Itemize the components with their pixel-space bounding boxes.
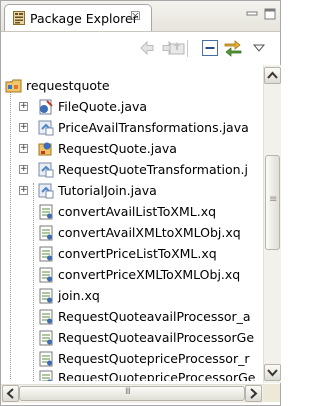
java-file-icon [39,99,53,114]
link-with-editor-icon[interactable] [223,38,243,58]
collapse-all-icon[interactable] [200,38,220,58]
tree-item-requestquoteavailprocessorge[interactable]: RequestQuoteavailProcessorGe [37,327,254,348]
tree-item-requestquotetransformation[interactable]: + RequestQuoteTransformation.j [19,159,248,180]
package-explorer-view: Package Explorer ☒ requestquote + FileQu… [0,0,281,406]
vertical-scrollbar[interactable]: ≡ [263,65,281,383]
item-label: join.xq [58,288,100,303]
tree-guide-line [10,81,11,379]
chevron-right-icon [250,388,258,399]
expand-icon[interactable]: + [19,123,28,132]
tree-item-filequote[interactable]: + FileQuote.java [19,96,147,117]
xquery-file-icon [39,225,53,240]
project-label: requestquote [26,78,110,93]
back-icon[interactable] [137,38,157,58]
xquery-file-icon [39,204,53,219]
chevron-down-icon [267,369,278,377]
item-label: TutorialJoin.java [58,183,157,198]
item-label: PriceAvailTransformations.java [58,120,249,135]
expand-icon[interactable]: + [19,144,28,153]
tree-item-requestquotepriceprocessor-r[interactable]: RequestQuotepriceProcessor_r [37,348,249,369]
tree-item-convertavaillisttoxml[interactable]: convertAvailListToXML.xq [37,201,216,222]
tree-item-requestquotepriceprocessorge[interactable]: RequestQuotepriceProcessorGe [37,367,255,381]
tree-item-convertavailxmltoxmlobj[interactable]: convertAvailXMLtoXMLObj.xq [37,222,241,243]
item-label: RequestQuoteavailProcessor_a [58,309,251,324]
scroll-down-button[interactable] [264,364,281,381]
view-toolbar [1,32,280,64]
scrollbar-corner [263,384,280,402]
scroll-up-button[interactable] [264,67,281,84]
item-label: convertAvailListToXML.xq [58,204,217,219]
close-icon[interactable]: ☒ [130,9,141,23]
tab-title: Package Explorer [30,11,138,26]
scroll-grip: ≡ [269,194,278,205]
xquery-file-icon [39,309,53,324]
item-label: RequestQuote.java [58,141,177,156]
toolbar-separator [187,40,188,57]
tree-guide-line [33,183,34,381]
tree-item-tutorialjoin[interactable]: + TutorialJoin.java [19,180,157,201]
process-file-icon [38,142,52,155]
tree-project-requestquote[interactable]: requestquote [5,75,110,96]
scroll-grip: III [125,387,131,397]
item-label: FileQuote.java [58,99,148,114]
minimize-icon[interactable] [245,7,259,21]
xquery-file-icon [39,330,53,345]
tree-item-convertpricexmltoxmlobj[interactable]: convertPriceXMLToXMLObj.xq [37,264,240,285]
item-label: RequestQuotepriceProcessor_r [58,351,250,366]
scroll-left-button[interactable] [2,385,19,402]
scroll-right-button[interactable] [245,385,262,402]
item-label: RequestQuoteTransformation.j [58,162,249,177]
package-tree: requestquote + FileQuote.java + PriceAva… [1,65,263,381]
xquery-file-icon [39,351,53,366]
tree-item-requestquote-java[interactable]: + RequestQuote.java [19,138,177,159]
view-menu-icon[interactable] [252,38,266,58]
transformation-file-icon [38,183,54,198]
expand-icon[interactable]: + [19,186,28,195]
horizontal-scrollbar[interactable]: III [1,384,263,403]
item-label: RequestQuotepriceProcessorGe [58,370,256,381]
chevron-up-icon [267,71,278,79]
expand-icon[interactable]: + [19,165,28,174]
up-folder-icon[interactable] [167,38,187,58]
xquery-file-icon [39,288,53,303]
transformation-file-icon [38,120,54,135]
horizontal-scroll-thumb[interactable]: III [19,386,245,401]
tree-item-convertpricelisttoxml[interactable]: convertPriceListToXML.xq [37,243,217,264]
expand-icon[interactable]: + [19,102,28,111]
tree-item-requestquoteavailprocessor-a[interactable]: RequestQuoteavailProcessor_a [37,306,251,327]
tree-item-join-xq[interactable]: join.xq [37,285,100,306]
vertical-scroll-thumb[interactable]: ≡ [265,155,280,250]
item-label: convertPriceXMLToXMLObj.xq [58,267,241,282]
project-icon [5,79,22,92]
tab-package-explorer[interactable]: Package Explorer ☒ [4,4,152,31]
tree-item-priceavailtransformations[interactable]: + PriceAvailTransformations.java [19,117,249,138]
xquery-file-icon [39,267,53,282]
xquery-file-icon [39,370,53,381]
transformation-file-icon [38,162,54,177]
package-explorer-icon [13,11,25,25]
item-label: convertAvailXMLtoXMLObj.xq [58,225,241,240]
chevron-left-icon [6,388,14,399]
item-label: RequestQuoteavailProcessorGe [58,330,255,345]
maximize-icon[interactable] [263,7,277,21]
xquery-file-icon [39,246,53,261]
item-label: convertPriceListToXML.xq [58,246,217,261]
view-tab-bar: Package Explorer ☒ [1,1,280,32]
